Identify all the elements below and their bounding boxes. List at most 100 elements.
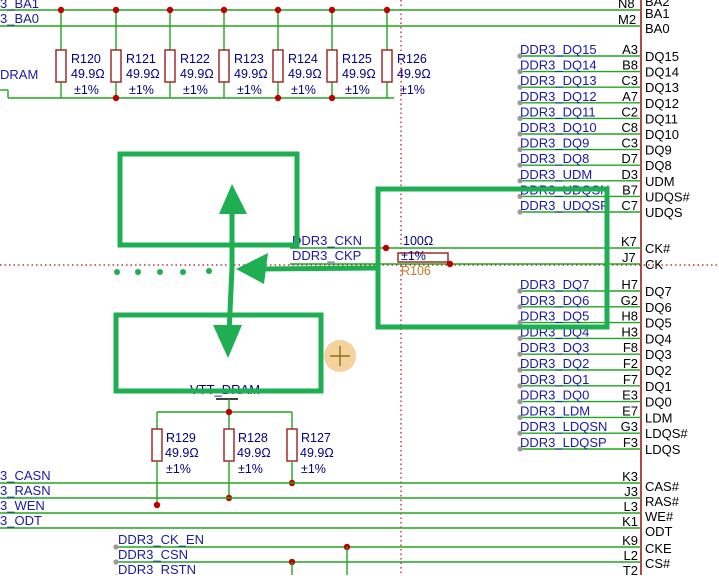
annotation-dot (206, 268, 212, 274)
resistor-value: 49.9Ω (71, 67, 105, 81)
net-label: DRAM (0, 67, 38, 82)
pin-name: DQ13 (645, 80, 679, 95)
net-label: DDR3_CSN (118, 547, 188, 562)
net-label: DDR3_DQ11 (520, 104, 596, 119)
net-label: DDR3_DQ1 (520, 372, 589, 387)
pin-number: G3 (621, 419, 638, 434)
net-label: 3_CASN (0, 468, 51, 483)
pin-name: DQ7 (645, 284, 672, 299)
pin-name: BA1 (645, 6, 670, 21)
pin-number: F8 (623, 340, 638, 355)
resistor-tolerance: ±1% (183, 83, 208, 97)
resistor-tolerance: ±1% (237, 83, 262, 97)
resistor-value: 49.9Ω (397, 67, 431, 81)
pin-number: C3 (621, 73, 638, 88)
net-label: 3_WEN (0, 498, 45, 513)
resistor-designator: R129 (166, 431, 196, 445)
pin-name: DQ14 (645, 65, 679, 80)
resistor-body (223, 428, 235, 462)
net-label: DDR3_LDM (520, 403, 590, 418)
pin-number: B8 (622, 58, 638, 73)
net-label: DDR3_DQ14 (520, 58, 597, 73)
resistor-tolerance: ±1% (400, 83, 425, 97)
resistor-tolerance: ±1% (129, 83, 154, 97)
net-label: DDR3_DQ12 (520, 89, 597, 104)
pin-number: K7 (621, 234, 637, 249)
resistor-tolerance: ±1% (301, 462, 326, 476)
resistor-body (164, 49, 176, 83)
resistor-body (272, 49, 284, 83)
pin-number: D7 (621, 151, 638, 166)
pin-name: LDQS# (645, 426, 688, 441)
junction-dot (383, 6, 391, 14)
net-label: DDR3_DQ10 (520, 120, 597, 135)
pin-number: H7 (621, 277, 638, 292)
net-label: DDR3_CKP (292, 248, 361, 263)
pin-number: K1 (622, 514, 638, 529)
pin-name: DQ4 (645, 331, 672, 346)
resistor-value: 49.9Ω (300, 446, 334, 460)
resistor-body (381, 49, 393, 83)
resistor-body (326, 49, 338, 83)
resistor-value: 49.9Ω (180, 67, 214, 81)
resistor-value: 49.9Ω (234, 67, 268, 81)
pin-name: LDM (645, 410, 672, 425)
resistor-tolerance: ±1% (401, 249, 426, 263)
resistor-tolerance: ±1% (238, 462, 263, 476)
pin-name: CAS# (645, 479, 680, 494)
resistor-body (218, 49, 230, 83)
pin-name: CS# (645, 556, 671, 571)
annotation-arrow-down (226, 267, 235, 334)
pin-name: UDQS# (645, 189, 691, 204)
net-label: 3_BA0 (0, 11, 39, 26)
junction-dot (446, 260, 454, 268)
net-label: DDR3_DQ8 (520, 151, 589, 166)
resistor-tolerance: ±1% (291, 83, 316, 97)
net-label: DDR3_DQ7 (520, 277, 589, 292)
junction-dot (328, 94, 336, 102)
resistor-tolerance: ±1% (345, 83, 370, 97)
resistor-row-top: R12049.9Ω±1%R12149.9Ω±1%R12249.9Ω±1%R123… (8, 6, 431, 102)
pin-name: CK (645, 257, 663, 272)
resistor-designator: R106 (401, 264, 431, 278)
pin-number: A7 (622, 89, 638, 104)
resistor-designator: R125 (342, 52, 372, 66)
resistor-body (55, 49, 67, 83)
resistor-designator: R127 (301, 431, 331, 445)
pin-number: K3 (622, 469, 638, 484)
pin-number: E3 (622, 388, 638, 403)
resistor-value: 49.9Ω (237, 446, 271, 460)
pin-number: C2 (621, 104, 638, 119)
net-label: DDR3_DQ15 (520, 42, 597, 57)
cursor-crosshair-icon[interactable] (324, 340, 356, 372)
junction-dot (57, 6, 65, 14)
clock-group: DDR3_CKN DDR3_CKP 100Ω ±1% R106 K7 J7 CK… (290, 233, 671, 278)
pin-name: RAS# (645, 494, 680, 509)
pin-number: J3 (624, 484, 638, 499)
pin-number: N8 (618, 0, 635, 11)
resistor-designator: R126 (397, 52, 427, 66)
pin-name: CKE (645, 541, 672, 556)
schematic-canvas[interactable]: 3_BA1 3_BA0 DRAM N8 M2 BA2 BA1 BA0 R120 4… (0, 0, 719, 580)
junction-dot (274, 6, 282, 14)
pin-name: DQ6 (645, 300, 672, 315)
arrow-head-icon (213, 325, 242, 358)
net-label: DDR3_DQ9 (520, 136, 589, 151)
lower-dq-group: DDR3_DQ7 H7 DQ7DDR3_DQ6 G2 DQ6DDR3_DQ5 H8 DQ5D… (517, 277, 688, 457)
vtt-bus: VTT_DRAM (157, 382, 292, 416)
net-label: DDR3_UDQSP (520, 198, 609, 213)
resistor-body (110, 49, 122, 83)
net-label: DDR3_LDQSN (520, 419, 607, 434)
net-label: DDR3_DQ2 (520, 356, 589, 371)
pin-number: G2 (621, 293, 638, 308)
pin-number: E7 (622, 403, 638, 418)
junction-dot (112, 6, 120, 14)
pin-number: F3 (623, 435, 638, 450)
resistor-designator: R128 (238, 431, 268, 445)
pin-name: DQ11 (645, 111, 678, 126)
net-label: DDR3_DQ13 (520, 73, 597, 88)
annotation-dot (114, 269, 120, 275)
pin-name: DQ12 (645, 96, 679, 111)
junction-dot (166, 6, 174, 14)
junction-dot (112, 94, 120, 102)
